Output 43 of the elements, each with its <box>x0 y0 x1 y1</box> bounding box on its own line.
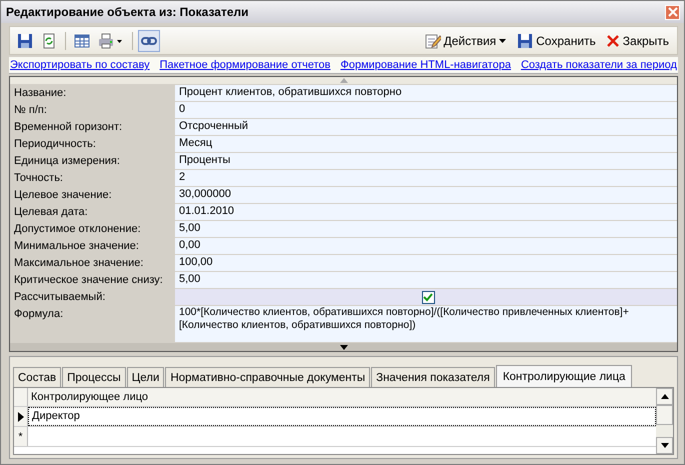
property-value[interactable]: Процент клиентов, обратившихся повторно <box>175 85 677 101</box>
printer-icon <box>98 32 124 48</box>
new-row-marker[interactable]: * <box>14 427 28 446</box>
property-value[interactable]: 100*[Количество клиентов, обратившихся повторно]/([Количество привлеченных клиентов]+ [Количество клиентов, обратившихся повторно]) <box>175 306 677 342</box>
refresh-icon <box>41 32 57 48</box>
property-value[interactable]: 0 <box>175 102 677 118</box>
property-value[interactable]: 30,000000 <box>175 187 677 203</box>
property-value[interactable]: 100,00 <box>175 255 677 271</box>
property-value[interactable]: Месяц <box>175 136 677 152</box>
vertical-scrollbar[interactable] <box>656 388 673 454</box>
scroll-up-icon <box>660 394 668 399</box>
caret-icon <box>499 38 508 44</box>
property-value[interactable]: Отсроченный <box>175 119 677 135</box>
property-value[interactable]: Проценты <box>175 153 677 169</box>
command-link[interactable]: Экспортировать по составу <box>10 59 150 71</box>
tab[interactable]: Состав <box>13 367 62 387</box>
table-icon <box>74 32 90 48</box>
actions-menu-button[interactable]: Действия <box>420 30 512 52</box>
save-button[interactable]: Сохранить <box>513 30 600 52</box>
tab[interactable]: Процессы <box>62 367 126 387</box>
column-header[interactable]: Контролирующее лицо <box>28 388 148 406</box>
command-link[interactable]: Пакетное формирование отчетов <box>160 59 330 71</box>
edit-document-icon <box>424 32 441 48</box>
property-value[interactable]: 01.01.2010 <box>175 204 677 220</box>
row-header[interactable] <box>14 407 28 426</box>
close-icon <box>606 34 620 48</box>
tab[interactable]: Значения показателя <box>371 367 495 387</box>
command-link[interactable]: Создать показатели за период <box>520 59 677 71</box>
scroll-down-icon <box>660 443 668 448</box>
property-value[interactable]: 2 <box>175 170 677 186</box>
table-cell[interactable]: Директор <box>28 407 656 426</box>
close-button[interactable] <box>665 4 680 20</box>
tab[interactable]: Контролирующие лица <box>496 365 632 387</box>
window-title: Редактирование объекта из: Показатели <box>6 5 250 19</box>
close-form-button[interactable]: Закрыть <box>602 30 673 52</box>
checkbox[interactable] <box>422 290 434 304</box>
property-value[interactable]: 0,00 <box>175 238 677 254</box>
property-value[interactable]: 5,00 <box>175 221 677 237</box>
tab[interactable]: Цели <box>126 367 164 387</box>
link-button[interactable] <box>138 30 160 52</box>
tab[interactable]: Нормативно-справочные документы <box>165 367 370 387</box>
property-value[interactable]: 5,00 <box>175 272 677 288</box>
command-link[interactable]: Формирование HTML-навигатора <box>340 59 511 71</box>
